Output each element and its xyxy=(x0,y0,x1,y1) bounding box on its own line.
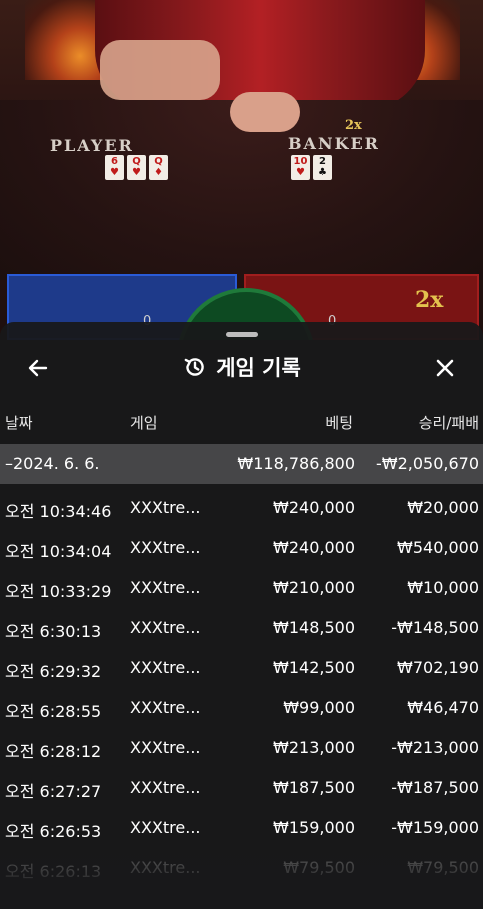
row-winloss: ₩79,500 xyxy=(407,858,479,877)
history-row[interactable]: 오전 6:26:53 XXXtre... ₩159,000 -₩159,000 xyxy=(0,808,483,848)
row-winloss: ₩540,000 xyxy=(397,538,479,557)
row-winloss: -₩213,000 xyxy=(391,738,479,757)
row-winloss: -₩159,000 xyxy=(391,818,479,837)
row-game: XXXtre... xyxy=(130,858,201,877)
player-label: PLAYER xyxy=(50,136,134,155)
row-game: XXXtre... xyxy=(130,658,201,677)
history-row[interactable]: 오전 10:34:04 XXXtre... ₩240,000 ₩540,000 xyxy=(0,528,483,568)
row-winloss: ₩702,190 xyxy=(397,658,479,677)
row-winloss: -₩148,500 xyxy=(391,618,479,637)
col-winloss: 승리/패배 xyxy=(418,414,479,432)
column-headers: 날짜 게임 베팅 승리/패배 xyxy=(0,410,483,434)
history-icon xyxy=(184,358,204,376)
history-row[interactable]: 오전 6:29:32 XXXtre... ₩142,500 ₩702,190 xyxy=(0,648,483,688)
banker-multiplier-top: 2x xyxy=(345,118,362,133)
banker-label: BANKER xyxy=(288,134,380,153)
row-bet: ₩210,000 xyxy=(273,578,355,597)
col-bet: 베팅 xyxy=(325,414,353,432)
row-bet: ₩240,000 xyxy=(273,538,355,557)
banker-multiplier: 2x xyxy=(415,287,444,313)
row-time: 오전 6:27:27 xyxy=(5,782,102,801)
row-winloss: ₩46,470 xyxy=(407,698,479,717)
row-time: 오전 10:34:46 xyxy=(5,502,112,521)
date-summary-row[interactable]: –2024. 6. 6. ₩118,786,800 -₩2,050,670 xyxy=(0,444,483,484)
row-game: XXXtre... xyxy=(130,578,201,597)
row-game: XXXtre... xyxy=(130,778,201,797)
history-row[interactable]: 오전 6:26:13 XXXtre... ₩79,500 ₩79,500 xyxy=(0,848,483,888)
row-bet: ₩213,000 xyxy=(273,738,355,757)
row-bet: ₩159,000 xyxy=(273,818,355,837)
row-bet: ₩240,000 xyxy=(273,498,355,517)
col-game: 게임 xyxy=(130,414,158,432)
history-row[interactable]: 오전 6:30:13 XXXtre... ₩148,500 -₩148,500 xyxy=(0,608,483,648)
history-list: 오전 10:34:46 XXXtre... ₩240,000 ₩20,000 오… xyxy=(0,488,483,888)
row-game: XXXtre... xyxy=(130,618,201,637)
title-group: 게임 기록 xyxy=(0,352,483,382)
row-bet: ₩99,000 xyxy=(283,698,355,717)
summary-date: –2024. 6. 6. xyxy=(5,454,100,473)
row-bet: ₩79,500 xyxy=(283,858,355,877)
history-row[interactable]: 오전 10:34:46 XXXtre... ₩240,000 ₩20,000 xyxy=(0,488,483,528)
row-time: 오전 6:29:32 xyxy=(5,662,102,681)
history-row[interactable]: 오전 6:28:55 XXXtre... ₩99,000 ₩46,470 xyxy=(0,688,483,728)
row-time: 오전 6:30:13 xyxy=(5,622,102,641)
dealer-arm xyxy=(100,40,220,100)
row-game: XXXtre... xyxy=(130,818,201,837)
live-table-video: PLAYER BANKER 2x 6 ♥ Q ♥ Q ♦ 10 ♥ 2 ♣ 0 … xyxy=(0,0,483,340)
sheet-header: 게임 기록 xyxy=(0,342,483,392)
row-time: 오전 6:26:53 xyxy=(5,822,102,841)
banker-card-1: 10 ♥ xyxy=(291,155,310,180)
row-time: 오전 6:26:13 xyxy=(5,862,102,881)
sheet-title: 게임 기록 xyxy=(216,356,301,380)
row-bet: ₩142,500 xyxy=(273,658,355,677)
close-icon xyxy=(436,359,454,377)
row-bet: ₩187,500 xyxy=(273,778,355,797)
row-winloss: ₩20,000 xyxy=(407,498,479,517)
col-date: 날짜 xyxy=(5,414,33,432)
row-game: XXXtre... xyxy=(130,698,201,717)
row-time: 오전 10:34:04 xyxy=(5,542,112,561)
player-card-1: 6 ♥ xyxy=(105,155,124,180)
row-game: XXXtre... xyxy=(130,738,201,757)
row-game: XXXtre... xyxy=(130,538,201,557)
player-card-3: Q ♦ xyxy=(149,155,168,180)
row-bet: ₩148,500 xyxy=(273,618,355,637)
game-history-sheet: 게임 기록 날짜 게임 베팅 승리/패배 –2024. 6. 6. ₩118,7… xyxy=(0,322,483,909)
history-row[interactable]: 오전 6:28:12 XXXtre... ₩213,000 -₩213,000 xyxy=(0,728,483,768)
row-time: 오전 6:28:55 xyxy=(5,702,102,721)
banker-card-2: 2 ♣ xyxy=(313,155,332,180)
summary-winloss: -₩2,050,670 xyxy=(375,454,479,473)
dealer-hand xyxy=(230,92,300,132)
history-row[interactable]: 오전 6:27:27 XXXtre... ₩187,500 -₩187,500 xyxy=(0,768,483,808)
row-winloss: ₩10,000 xyxy=(407,578,479,597)
row-time: 오전 10:33:29 xyxy=(5,582,112,601)
row-game: XXXtre... xyxy=(130,498,201,517)
drag-handle[interactable] xyxy=(226,332,258,337)
row-time: 오전 6:28:12 xyxy=(5,742,102,761)
history-row[interactable]: 오전 10:33:29 XXXtre... ₩210,000 ₩10,000 xyxy=(0,568,483,608)
summary-bet: ₩118,786,800 xyxy=(237,454,355,473)
row-winloss: -₩187,500 xyxy=(391,778,479,797)
player-card-2: Q ♥ xyxy=(127,155,146,180)
close-button[interactable] xyxy=(427,350,463,386)
